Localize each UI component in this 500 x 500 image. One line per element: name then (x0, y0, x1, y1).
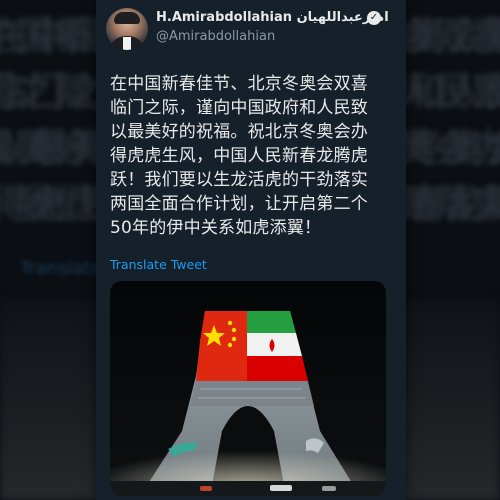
azadi-tower-projection-image (110, 281, 386, 496)
tweet-line: 临门之际，谨向中国政府和人民致 (110, 98, 368, 118)
tweet-card: H.Amirabdollahian امیرعبداللهیان ✓ @Amir… (96, 0, 406, 500)
tweet-line: 得虎虎生风，中国人民新春龙腾虎 (110, 146, 368, 166)
verified-badge-icon: ✓ (367, 11, 381, 25)
tweet-line: 以最美好的祝福。祝北京冬奥会办 (110, 122, 368, 142)
tweet-header: H.Amirabdollahian امیرعبداللهیان ✓ @Amir… (106, 8, 398, 50)
author-display-name[interactable]: H.Amirabdollahian امیرعبداللهیان (156, 10, 389, 25)
tweet-line: 50年的伊中关系如虎添翼！ (110, 218, 322, 238)
translate-tweet-link[interactable]: Translate Tweet (110, 257, 207, 272)
tweet-line: 跃！我们要以生龙活虎的干劲落实 (110, 170, 368, 190)
tweet-photo[interactable] (110, 281, 386, 496)
tweet-line: 在中国新春佳节、北京冬奥会双喜 (110, 74, 368, 94)
tweet-body: 在中国新春佳节、北京冬奥会双喜 临门之际，谨向中国政府和人民致 以最美好的祝福。… (110, 72, 396, 240)
author-handle[interactable]: @Amirabdollahian (156, 29, 275, 44)
avatar[interactable] (106, 8, 148, 50)
tweet-line: 两国全面合作计划，让开启第二个 (110, 194, 368, 214)
